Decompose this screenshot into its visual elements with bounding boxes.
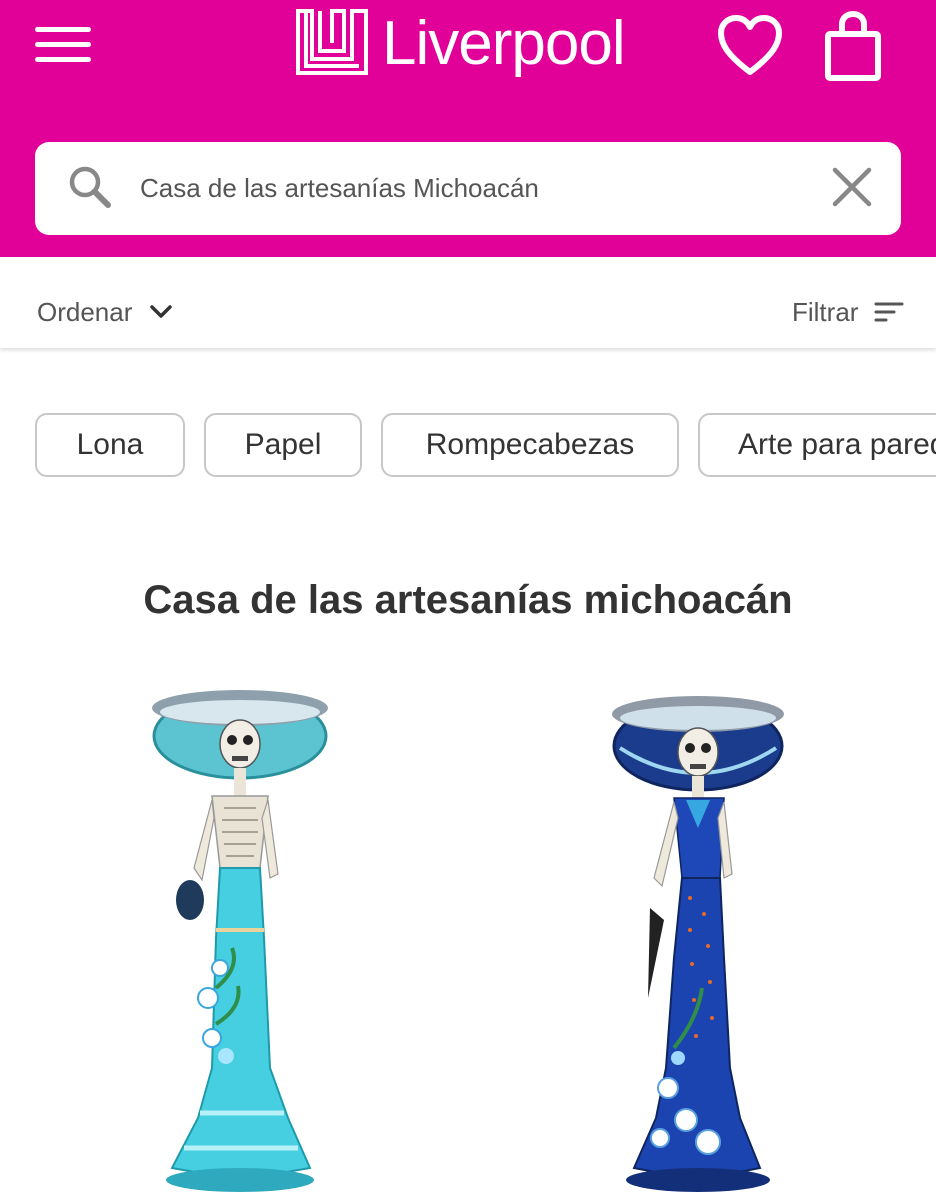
search-input[interactable]: Casa de las artesanías Michoacán xyxy=(140,170,539,206)
logo-mark-icon xyxy=(296,9,368,75)
chip-arte-para-pared[interactable]: Arte para pared xyxy=(698,413,936,477)
hamburger-menu-icon[interactable] xyxy=(30,20,96,70)
shopping-bag-icon[interactable] xyxy=(822,10,884,82)
chip-lona[interactable]: Lona xyxy=(35,413,185,477)
product-image-catrina-turquoise[interactable] xyxy=(120,668,370,1197)
filter-label: Filtrar xyxy=(792,297,859,327)
filter-button[interactable]: Filtrar xyxy=(792,292,912,332)
filter-icon xyxy=(874,302,904,322)
brand-logo[interactable]: Liverpool xyxy=(294,4,644,90)
sort-button[interactable]: Ordenar xyxy=(37,292,172,332)
product-image-catrina-blue[interactable] xyxy=(590,668,910,1197)
chip-papel[interactable]: Papel xyxy=(204,413,362,477)
sort-label: Ordenar xyxy=(37,297,133,327)
chevron-down-icon xyxy=(150,305,172,318)
heart-icon[interactable] xyxy=(716,14,784,78)
brand-name: Liverpool xyxy=(382,9,626,78)
page-title: Casa de las artesanías michoacán xyxy=(143,578,793,622)
close-icon[interactable] xyxy=(828,166,876,210)
search-icon[interactable] xyxy=(66,163,114,211)
chip-rompecabezas[interactable]: Rompecabezas xyxy=(381,413,679,477)
